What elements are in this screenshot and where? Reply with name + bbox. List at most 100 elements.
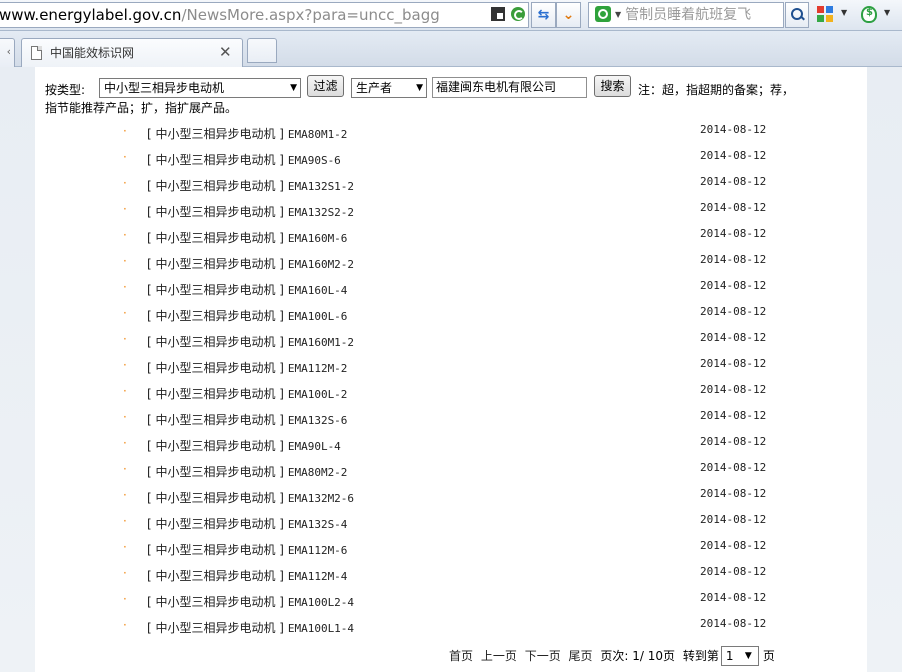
- bullet-icon: ·: [123, 488, 127, 502]
- type-select[interactable]: 中小型三相异步电动机 ▼: [99, 78, 301, 98]
- chevron-down-icon: ▼: [744, 651, 752, 661]
- record-category: [ 中小型三相异步电动机 ]: [147, 491, 284, 505]
- bullet-icon: ·: [123, 358, 127, 372]
- record-model: EMA112M-2: [287, 362, 348, 375]
- record-date: 2014-08-12: [700, 565, 767, 578]
- record-link[interactable]: [ 中小型三相异步电动机 ] EMA160M1-2: [147, 333, 354, 350]
- record-model: EMA90L-4: [287, 440, 341, 453]
- list-item: · [ 中小型三相异步电动机 ] EMA100L2-4 2014-08-12: [35, 591, 867, 617]
- record-date: 2014-08-12: [700, 149, 767, 162]
- record-date: 2014-08-12: [700, 487, 767, 500]
- record-category: [ 中小型三相异步电动机 ]: [147, 309, 284, 323]
- list-item: · [ 中小型三相异步电动机 ] EMA132M2-6 2014-08-12: [35, 487, 867, 513]
- record-link[interactable]: [ 中小型三相异步电动机 ] EMA112M-2: [147, 359, 347, 376]
- chevron-down-icon: ▼: [416, 83, 423, 93]
- record-model: EMA132S-4: [287, 518, 348, 531]
- record-link[interactable]: [ 中小型三相异步电动机 ] EMA112M-6: [147, 541, 347, 558]
- search-engine-icon[interactable]: [595, 6, 611, 22]
- last-page-link[interactable]: 尾页: [569, 649, 593, 663]
- record-model: EMA100L1-4: [287, 622, 355, 635]
- record-link[interactable]: [ 中小型三相异步电动机 ] EMA112M-4: [147, 567, 347, 584]
- record-link[interactable]: [ 中小型三相异步电动机 ] EMA132S-6: [147, 411, 347, 428]
- chevron-down-icon[interactable]: ▼: [841, 8, 847, 17]
- bullet-icon: ·: [123, 540, 127, 554]
- bullet-icon: ·: [123, 254, 127, 268]
- record-model: EMA132S1-2: [287, 180, 355, 193]
- tab-active[interactable]: 中国能效标识网 ✕: [21, 38, 243, 68]
- list-item: · [ 中小型三相异步电动机 ] EMA132S2-2 2014-08-12: [35, 201, 867, 227]
- record-model: EMA132S-6: [287, 414, 348, 427]
- list-item: · [ 中小型三相异步电动机 ] EMA160M1-2 2014-08-12: [35, 331, 867, 357]
- record-link[interactable]: [ 中小型三相异步电动机 ] EMA100L2-4: [147, 593, 354, 610]
- url-field[interactable]: www.energylabel.gov.cn/NewsMore.aspx?par…: [0, 2, 529, 28]
- bullet-icon: ·: [123, 384, 127, 398]
- next-page-link[interactable]: 下一页: [525, 649, 561, 663]
- record-model: EMA100L-2: [287, 388, 348, 401]
- bullet-icon: ·: [123, 436, 127, 450]
- field-select[interactable]: 生产者 ▼: [351, 78, 427, 98]
- first-page-link[interactable]: 首页: [449, 649, 473, 663]
- search-field[interactable]: ▼ 管制员睡着航班复飞: [588, 2, 784, 28]
- refresh-icon[interactable]: [511, 7, 525, 21]
- record-link[interactable]: [ 中小型三相异步电动机 ] EMA160M-6: [147, 229, 347, 246]
- record-link[interactable]: [ 中小型三相异步电动机 ] EMA100L-2: [147, 385, 347, 402]
- legend-note: 注：超，指超期的备案；荐，: [638, 83, 795, 97]
- record-link[interactable]: [ 中小型三相异步电动机 ] EMA132S2-2: [147, 203, 354, 220]
- record-model: EMA100L2-4: [287, 596, 355, 609]
- record-date: 2014-08-12: [700, 357, 767, 370]
- address-bar: www.energylabel.gov.cn/NewsMore.aspx?par…: [0, 0, 902, 31]
- bullet-icon: ·: [123, 566, 127, 580]
- record-date: 2014-08-12: [700, 383, 767, 396]
- search-submit-button[interactable]: 搜索: [594, 75, 631, 97]
- filter-button[interactable]: 过滤: [307, 75, 344, 97]
- record-link[interactable]: [ 中小型三相异步电动机 ] EMA90S-6: [147, 151, 341, 168]
- chevron-down-icon[interactable]: ▼: [615, 10, 621, 19]
- record-date: 2014-08-12: [700, 123, 767, 136]
- record-link[interactable]: [ 中小型三相异步电动机 ] EMA90L-4: [147, 437, 341, 454]
- record-link[interactable]: [ 中小型三相异步电动机 ] EMA80M2-2: [147, 463, 347, 480]
- bullet-icon: ·: [123, 150, 127, 164]
- type-label: 按类型:: [45, 83, 86, 97]
- record-date: 2014-08-12: [700, 201, 767, 214]
- list-item: · [ 中小型三相异步电动机 ] EMA112M-6 2014-08-12: [35, 539, 867, 565]
- bullet-icon: ·: [123, 332, 127, 346]
- chevron-down-icon[interactable]: ▼: [884, 8, 890, 17]
- record-link[interactable]: [ 中小型三相异步电动机 ] EMA100L1-4: [147, 619, 354, 636]
- bullet-icon: ·: [123, 124, 127, 138]
- compat-mode-button[interactable]: ⇆: [531, 2, 556, 28]
- record-link[interactable]: [ 中小型三相异步电动机 ] EMA160M2-2: [147, 255, 354, 272]
- record-date: 2014-08-12: [700, 175, 767, 188]
- record-link[interactable]: [ 中小型三相异步电动机 ] EMA100L-6: [147, 307, 347, 324]
- bullet-icon: ·: [123, 410, 127, 424]
- page-icon: [31, 46, 42, 60]
- bullet-icon: ·: [123, 202, 127, 216]
- record-category: [ 中小型三相异步电动机 ]: [147, 153, 284, 167]
- dropdown-button[interactable]: ⌄: [556, 2, 581, 28]
- company-input[interactable]: 福建闽东电机有限公司: [432, 77, 587, 98]
- page-select[interactable]: 1 ▼: [720, 646, 759, 666]
- list-item: · [ 中小型三相异步电动机 ] EMA160M2-2 2014-08-12: [35, 253, 867, 279]
- record-date: 2014-08-12: [700, 513, 767, 526]
- record-link[interactable]: [ 中小型三相异步电动机 ] EMA132S-4: [147, 515, 347, 532]
- pagination: 首页 上一页 下一页 尾页 页次: 1/ 10页 转到第 1 ▼ 页: [449, 646, 779, 666]
- new-tab-button[interactable]: [247, 38, 277, 63]
- list-item: · [ 中小型三相异步电动机 ] EMA80M1-2 2014-08-12: [35, 123, 867, 149]
- list-item: · [ 中小型三相异步电动机 ] EMA132S-6 2014-08-12: [35, 409, 867, 435]
- record-link[interactable]: [ 中小型三相异步电动机 ] EMA132S1-2: [147, 177, 354, 194]
- record-link[interactable]: [ 中小型三相异步电动机 ] EMA132M2-6: [147, 489, 354, 506]
- shield-icon[interactable]: [861, 6, 877, 23]
- record-model: EMA100L-6: [287, 310, 348, 323]
- record-link[interactable]: [ 中小型三相异步电动机 ] EMA80M1-2: [147, 125, 347, 142]
- record-link[interactable]: [ 中小型三相异步电动机 ] EMA160L-4: [147, 281, 347, 298]
- record-category: [ 中小型三相异步电动机 ]: [147, 621, 284, 635]
- apps-grid-icon[interactable]: [817, 6, 833, 22]
- record-date: 2014-08-12: [700, 461, 767, 474]
- prev-page-link[interactable]: 上一页: [481, 649, 517, 663]
- tab-scroll-left[interactable]: ‹: [0, 38, 15, 67]
- qr-code-icon[interactable]: [491, 7, 505, 21]
- record-model: EMA112M-4: [287, 570, 348, 583]
- close-icon[interactable]: ✕: [219, 43, 232, 61]
- search-button[interactable]: [785, 2, 809, 28]
- record-category: [ 中小型三相异步电动机 ]: [147, 569, 284, 583]
- record-model: EMA80M2-2: [287, 466, 348, 479]
